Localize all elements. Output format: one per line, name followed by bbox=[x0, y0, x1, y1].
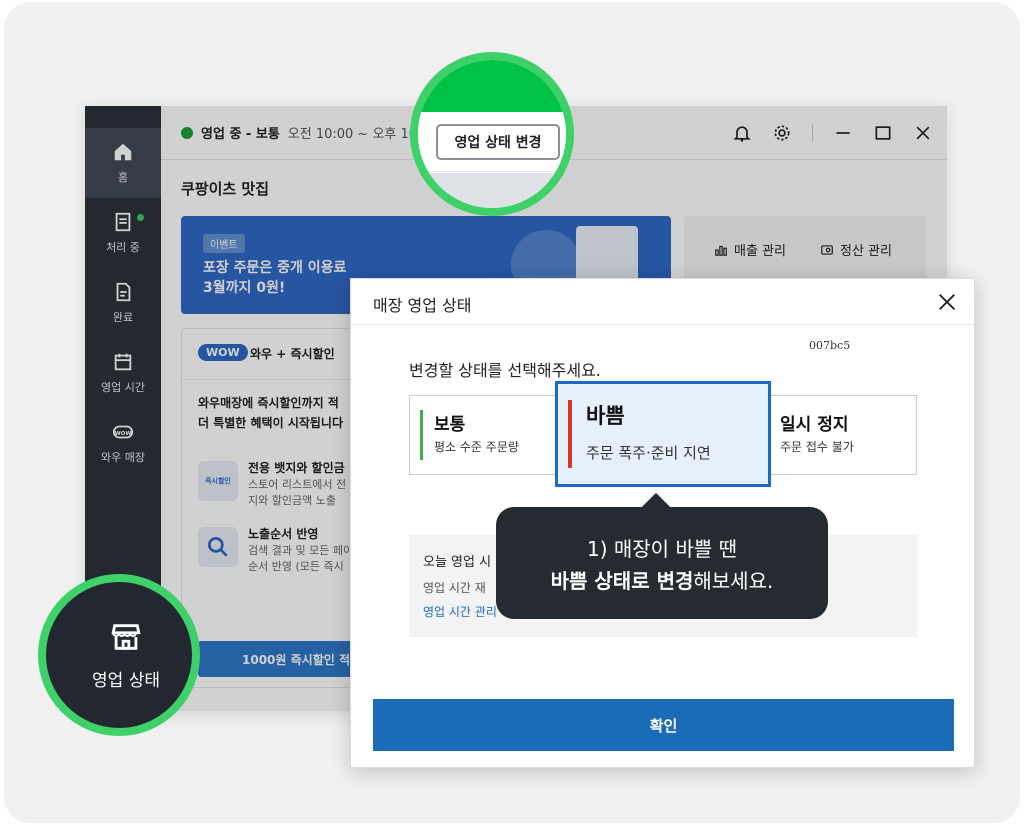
zoom-band bbox=[418, 60, 566, 112]
option-label: 바쁨 bbox=[586, 404, 625, 428]
sidebar-item-label: 영업 상태 bbox=[92, 671, 160, 691]
option-normal[interactable]: 보통 평소 수준 주문량 bbox=[410, 396, 556, 474]
info-title: 오늘 영업 시 bbox=[423, 555, 492, 570]
confirm-button[interactable]: 확인 bbox=[373, 699, 954, 751]
option-label: 일시 정지 bbox=[780, 415, 849, 435]
change-status-button[interactable]: 영업 상태 변경 bbox=[436, 124, 560, 160]
option-sub: 평소 수준 주문량 bbox=[434, 440, 519, 454]
dialog-title: 매장 영업 상태 bbox=[373, 296, 472, 315]
option-busy[interactable]: 바쁨 주문 폭주·준비 지연 bbox=[555, 381, 771, 487]
option-sub: 주문 접수 불가 bbox=[780, 440, 854, 454]
option-label: 보통 bbox=[434, 415, 466, 435]
option-color-bar bbox=[568, 400, 572, 468]
hours-management-link[interactable]: 영업 시간 관리 bbox=[423, 603, 497, 620]
info-desc: 영업 시간 재 bbox=[423, 581, 486, 595]
dialog-header: 매장 영업 상태 bbox=[351, 279, 974, 325]
tooltip-line2: 바쁨 상태로 변경해보세요. bbox=[496, 565, 828, 594]
zoom-callout-status-button: 영업 상태 변경 bbox=[410, 52, 574, 216]
zoom-callout-sidebar: 영업 상태 bbox=[38, 574, 200, 736]
tooltip-rest-text: 해보세요. bbox=[693, 569, 774, 593]
option-pause[interactable]: 일시 정지 주문 접수 불가 bbox=[772, 396, 918, 474]
dialog-question: 변경할 상태를 선택해주세요. bbox=[409, 361, 601, 380]
close-icon[interactable] bbox=[936, 291, 958, 313]
code-note: 007bc5 bbox=[809, 339, 851, 352]
option-color-bar bbox=[420, 410, 423, 460]
tooltip-line1: 1) 매장이 바쁠 땐 bbox=[587, 537, 737, 561]
guide-tooltip: 1) 매장이 바쁠 땐 바쁨 상태로 변경해보세요. bbox=[496, 492, 828, 619]
zoom-lower bbox=[418, 173, 566, 208]
option-sub: 주문 폭주·준비 지연 bbox=[586, 444, 711, 462]
sidebar-item-business-status[interactable]: 영업 상태 bbox=[76, 620, 176, 691]
store-icon bbox=[111, 624, 141, 650]
tooltip-bold-text: 바쁨 상태로 변경 bbox=[550, 569, 694, 593]
